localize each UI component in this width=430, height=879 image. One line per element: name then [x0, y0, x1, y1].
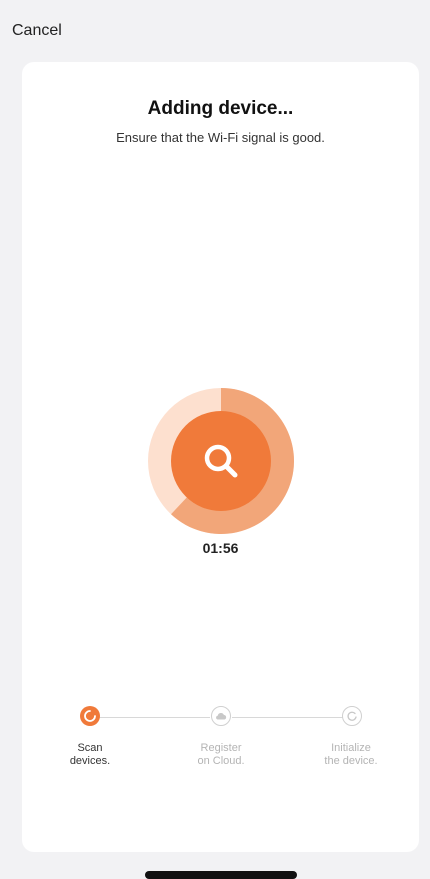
scan-progress-ring — [148, 388, 294, 534]
step-initialize-indicator — [342, 706, 362, 726]
page-title: Adding device... — [147, 98, 294, 119]
step-scan-label: Scan devices. — [69, 742, 111, 767]
scan-button-circle — [171, 411, 271, 511]
step-scan-indicator — [80, 706, 100, 726]
home-indicator — [145, 871, 297, 879]
page-subtitle: Ensure that the Wi-Fi signal is good. — [116, 130, 325, 145]
cloud-icon — [216, 713, 227, 720]
step-register-label: Register on Cloud. — [197, 742, 245, 767]
adding-device-card: Adding device... Ensure that the Wi-Fi s… — [22, 62, 419, 852]
step-initialize-label: Initialize the device. — [324, 742, 378, 767]
spinner-icon — [84, 710, 96, 722]
step-connector — [232, 717, 346, 718]
step-register-indicator — [211, 706, 231, 726]
refresh-icon — [347, 711, 357, 721]
cancel-button[interactable]: Cancel — [12, 22, 62, 40]
countdown-timer: 01:56 — [202, 540, 239, 556]
step-connector — [92, 717, 210, 718]
